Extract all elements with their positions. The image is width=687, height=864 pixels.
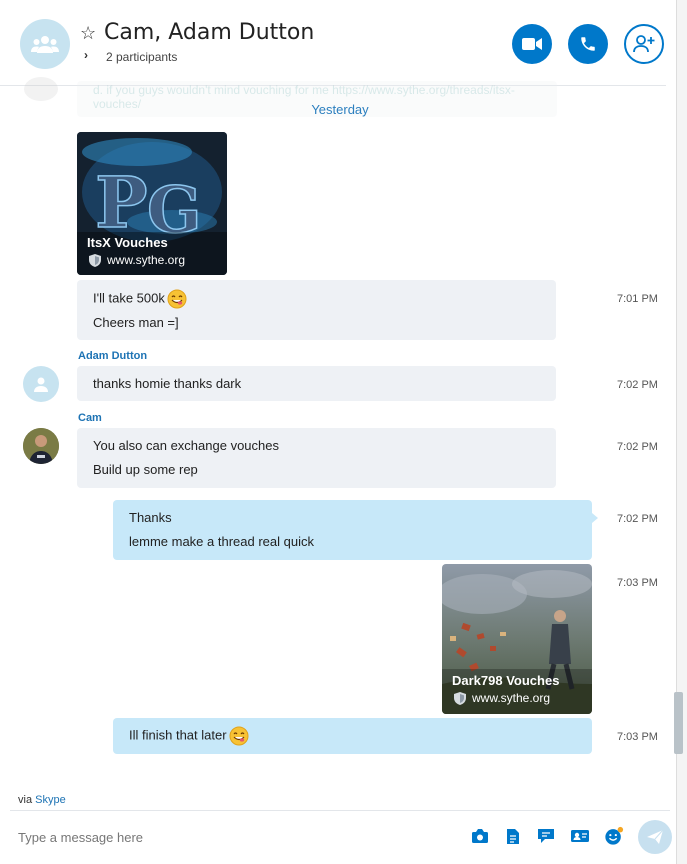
card-site-text: www.sythe.org (107, 253, 186, 267)
phone-icon (581, 37, 595, 51)
group-avatar-icon[interactable] (20, 19, 70, 69)
file-icon (507, 828, 519, 844)
video-call-icon (522, 38, 542, 50)
message-text: Thanks (129, 510, 172, 525)
date-separator: Yesterday (311, 102, 369, 117)
default-user-icon (34, 377, 48, 392)
message-bubble[interactable]: I'll take 500k Cheers man =] (77, 280, 556, 340)
card-site-text: www.sythe.org (472, 691, 551, 705)
composer-divider (10, 810, 670, 811)
via-service-link[interactable]: Skype (35, 794, 66, 806)
message-bubble-outgoing[interactable]: Ill finish that later (113, 718, 592, 754)
file-button[interactable] (503, 826, 523, 846)
message-input[interactable]: Type a message here (18, 830, 143, 845)
message-text: Build up some rep (93, 462, 198, 477)
chat-button[interactable] (536, 826, 556, 846)
avatar (24, 77, 58, 101)
shield-icon (89, 253, 101, 267)
contact-card-icon (571, 830, 589, 842)
avatar[interactable] (23, 428, 59, 464)
chat-header: ☆ Cam, Adam Dutton › 2 participants (0, 0, 666, 86)
via-prefix: via (18, 794, 33, 806)
scrollbar[interactable] (674, 692, 683, 754)
message-text: I'll take 500k (93, 290, 165, 306)
media-button[interactable] (470, 826, 490, 846)
message-text: thanks homie thanks dark (93, 376, 242, 391)
message-timestamp: 7:03 PM (617, 577, 658, 589)
via-skype-label: via Skype (18, 794, 66, 806)
message-text: You also can exchange vouches (93, 438, 279, 453)
link-preview-card[interactable]: Dark798 Vouches www.sythe.org (442, 564, 592, 714)
message-timestamp: 7:02 PM (617, 379, 658, 391)
message-bubble[interactable]: thanks homie thanks dark (77, 366, 556, 401)
message-timestamp: 7:02 PM (617, 513, 658, 525)
message-timestamp: 7:02 PM (617, 441, 658, 453)
shield-icon (454, 691, 466, 705)
card-site: www.sythe.org (454, 691, 550, 705)
add-participant-button[interactable] (624, 24, 664, 64)
bubble-tail (592, 513, 598, 523)
chevron-right-icon[interactable]: › (84, 48, 88, 62)
media-icon (472, 829, 488, 843)
star-icon[interactable]: ☆ (80, 24, 96, 42)
sender-name: Cam (78, 412, 102, 424)
sender-name: Adam Dutton (78, 350, 148, 362)
send-icon (647, 829, 664, 844)
message-text: lemme make a thread real quick (129, 534, 314, 549)
emoji-yum-icon (229, 726, 249, 746)
card-title: ItsX Vouches (87, 235, 168, 250)
message-bubble[interactable]: You also can exchange vouches Build up s… (77, 428, 556, 488)
send-button[interactable] (638, 820, 672, 854)
audio-call-button[interactable] (568, 24, 608, 64)
video-call-button[interactable] (512, 24, 552, 64)
message-timestamp: 7:01 PM (617, 293, 658, 305)
chat-icon (538, 829, 554, 843)
message-text: Ill finish that later (129, 727, 227, 743)
contact-card-button[interactable] (570, 826, 590, 846)
add-participant-icon (633, 35, 655, 53)
avatar-photo (23, 428, 59, 464)
card-title: Dark798 Vouches (452, 673, 560, 688)
avatar[interactable] (23, 366, 59, 402)
svg-text:P: P (95, 161, 148, 244)
link-preview-card[interactable]: P G ItsX Vouches www.sythe.org (77, 132, 227, 275)
message-timestamp: 7:03 PM (617, 731, 658, 743)
participants-count[interactable]: 2 participants (106, 50, 177, 64)
message-text: Cheers man =] (93, 315, 179, 330)
emoji-yum-icon (167, 289, 187, 309)
emoticon-button[interactable] (604, 826, 624, 846)
card-site: www.sythe.org (89, 253, 185, 267)
chat-title: Cam, Adam Dutton (104, 20, 315, 45)
emoticon-icon (605, 826, 624, 845)
message-bubble-outgoing[interactable]: Thanks lemme make a thread real quick (113, 500, 592, 560)
